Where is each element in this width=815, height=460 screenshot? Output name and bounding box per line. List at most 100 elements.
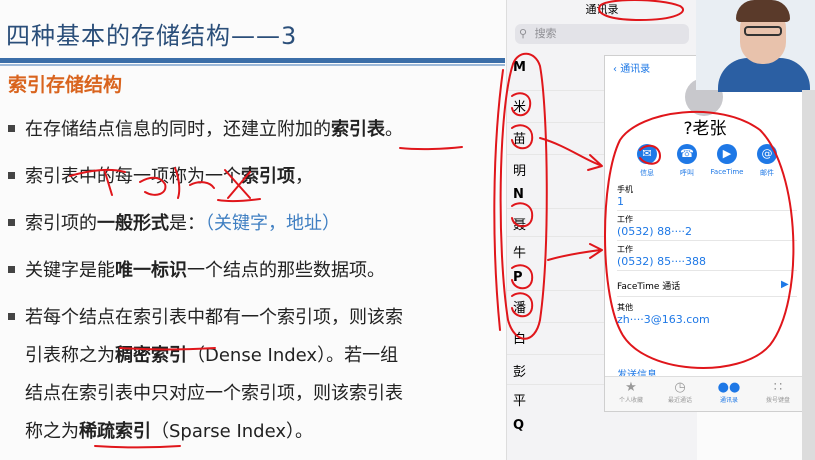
field-label: 工作 <box>617 215 633 224</box>
bullet-text: （Dense Index）。若一组 <box>187 345 399 366</box>
list-item[interactable]: 聂 <box>513 214 553 233</box>
field-value: (0532) 85····388 <box>617 255 707 268</box>
list-item[interactable]: 彭 <box>513 361 553 380</box>
bullet-text: 是： <box>169 213 205 234</box>
list-item[interactable]: Q <box>513 418 553 433</box>
bullet-text: 索引项的 <box>25 213 97 234</box>
message-button[interactable]: ✉ 信息 <box>629 144 665 178</box>
bullet-bold: 稠密索引 <box>115 345 187 366</box>
keypad-icon: ∷ <box>773 380 783 395</box>
bullet-4: 关键字是能唯一标识一个结点的那些数据项。 <box>8 256 385 282</box>
list-item[interactable]: 米 <box>513 96 553 115</box>
mail-icon: @ <box>757 144 777 164</box>
bullet-marker <box>8 171 15 179</box>
tab-label: 个人收藏 <box>618 397 643 404</box>
window-edge <box>802 90 815 460</box>
list-item[interactable]: 牛 <box>513 242 553 261</box>
list-item[interactable]: 白 <box>513 328 553 347</box>
bullet-text: 在存储结点信息的同时，还建立附加的 <box>25 119 331 140</box>
list-item[interactable]: 平 <box>513 390 553 409</box>
tab-label: 拨号键盘 <box>765 397 790 404</box>
bullet-text: 引表称之为 <box>25 345 115 366</box>
bullet-text: 若每个结点在索引表中都有一个索引项，则该索 <box>25 307 403 328</box>
list-item[interactable]: N <box>513 187 553 202</box>
search-icon: ⚲ <box>519 27 528 40</box>
bullet-bold: 索引表 <box>331 119 385 140</box>
list-item[interactable]: M <box>513 60 553 75</box>
phone-icon: ☎ <box>677 144 697 164</box>
field-work-2[interactable]: 工作 (0532) 85····388 <box>617 244 706 268</box>
field-other[interactable]: 其他 zh····3@163.com <box>617 302 710 326</box>
bullet-marker <box>8 265 15 273</box>
bullet-bold: 索引项 <box>241 166 295 187</box>
bullet-bold: 唯一标识 <box>115 260 187 281</box>
bullet-5-line-3: 结点在索引表中只对应一个索引项，则该索引表 <box>25 383 403 404</box>
tab-recents[interactable]: ◷ 最近通话 <box>660 380 700 404</box>
bullet-5: 若每个结点在索引表中都有一个索引项，则该索 <box>8 303 403 329</box>
video-icon: ▶ <box>717 144 737 164</box>
back-label: 通讯录 <box>620 64 651 75</box>
star-icon: ★ <box>625 380 637 395</box>
action-label: 信息 <box>640 169 654 177</box>
bullet-marker <box>8 312 15 320</box>
bullet-text: ， <box>295 166 313 187</box>
field-value: 1 <box>617 195 624 208</box>
field-value: (0532) 88····2 <box>617 225 693 238</box>
field-divider <box>617 240 797 241</box>
back-button[interactable]: ‹ 通讯录 <box>613 60 650 75</box>
title-underline-thin <box>0 64 505 66</box>
action-label: 邮件 <box>760 169 774 177</box>
presenter-glasses <box>744 26 782 36</box>
list-item[interactable]: 潘 <box>513 297 553 316</box>
webcam-overlay <box>696 0 815 92</box>
contacts-icon: ●● <box>717 380 741 395</box>
video-icon[interactable]: ▶ <box>781 279 789 290</box>
field-label: 工作 <box>617 245 633 254</box>
contact-name: ?老张 <box>605 114 805 139</box>
bullet-marker <box>8 124 15 132</box>
action-label: FaceTime <box>710 168 744 176</box>
facetime-row[interactable]: FaceTime 通话 <box>617 279 680 292</box>
field-label: 其他 <box>617 303 633 312</box>
tab-favorites[interactable]: ★ 个人收藏 <box>611 380 651 404</box>
title-area: 四种基本的存储结构——3 <box>0 12 505 66</box>
bullet-2: 索引表中的每一项称为一个索引项， <box>8 162 313 188</box>
bullet-text: 一个结点的那些数据项。 <box>187 260 385 281</box>
presenter-hair <box>736 0 790 22</box>
bullet-text: 称之为 <box>25 421 79 442</box>
field-mobile[interactable]: 手机 1 <box>617 184 633 208</box>
search-placeholder: 搜索 <box>534 27 557 40</box>
tab-bar: ★ 个人收藏 ◷ 最近通话 ●● 通讯录 ∷ 拨号键盘 <box>605 376 805 411</box>
bullet-3: 索引项的一般形式是：（关键字，地址） <box>8 209 340 235</box>
clock-icon: ◷ <box>674 380 686 395</box>
list-item[interactable]: 明 <box>513 160 553 179</box>
bullet-text: 。 <box>385 119 403 140</box>
contacts-header: 通讯录 <box>585 3 619 16</box>
mail-button[interactable]: @ 邮件 <box>749 144 785 178</box>
bullet-5-line-4: 称之为稀疏索引（Sparse Index）。 <box>25 417 313 443</box>
field-label: 手机 <box>617 185 633 194</box>
facetime-button[interactable]: ▶ FaceTime <box>709 144 745 176</box>
field-divider <box>617 210 797 211</box>
bullet-formula: （关键字，地址） <box>205 213 340 234</box>
field-divider <box>617 296 797 297</box>
action-row: ✉ 信息 ☎ 呼叫 ▶ FaceTime @ 邮件 <box>605 144 805 184</box>
list-item[interactable]: 苗 <box>513 128 553 147</box>
call-button[interactable]: ☎ 呼叫 <box>669 144 705 178</box>
message-icon: ✉ <box>637 144 657 164</box>
slide-title: 四种基本的存储结构——3 <box>6 22 298 50</box>
bullet-bold: 稀疏索引 <box>79 421 151 442</box>
bullet-1: 在存储结点信息的同时，还建立附加的索引表。 <box>8 115 403 141</box>
search-input[interactable]: ⚲ 搜索 <box>515 24 689 44</box>
tab-label: 最近通话 <box>667 397 692 404</box>
bullet-bold: 一般形式 <box>97 213 169 234</box>
field-work-1[interactable]: 工作 (0532) 88····2 <box>617 214 692 238</box>
tab-contacts[interactable]: ●● 通讯录 <box>709 380 749 404</box>
tab-keypad[interactable]: ∷ 拨号键盘 <box>758 380 798 404</box>
bullet-text: （Sparse Index）。 <box>151 421 314 442</box>
section-heading: 索引存储结构 <box>8 74 123 96</box>
bullet-text: 关键字是能 <box>25 260 115 281</box>
tab-label: 通讯录 <box>719 397 738 404</box>
list-item[interactable]: P <box>513 270 553 285</box>
bullet-5-line-2: 引表称之为稠密索引（Dense Index）。若一组 <box>25 341 398 367</box>
